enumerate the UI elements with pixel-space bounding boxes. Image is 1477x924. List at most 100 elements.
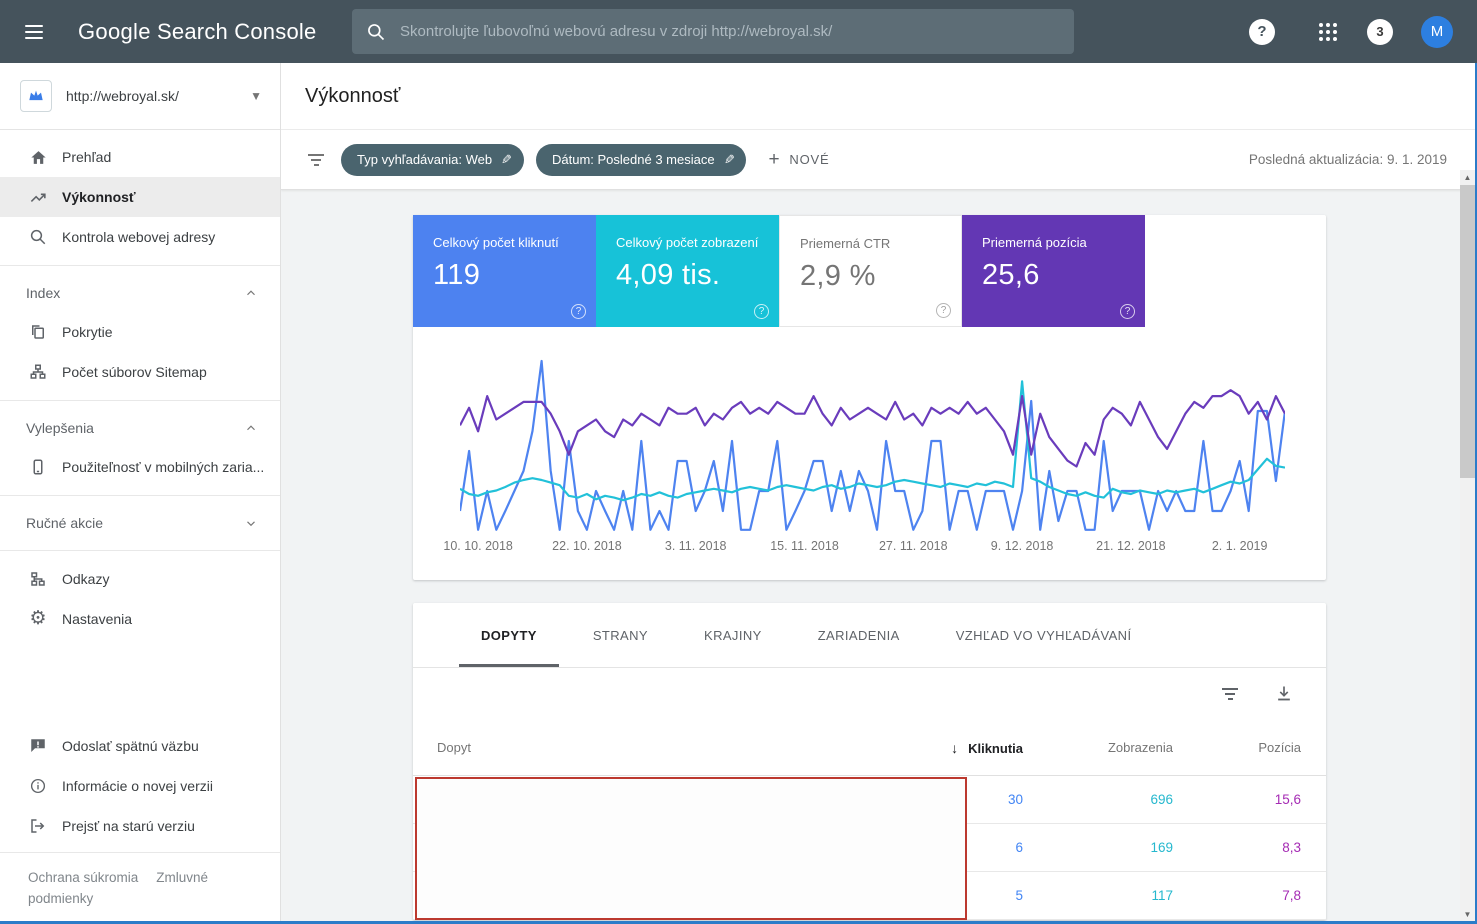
sidebar-item-sitemaps[interactable]: Počet súborov Sitemap [0,352,280,392]
download-icon[interactable] [1272,682,1296,706]
search-icon [28,227,48,247]
topbar-actions: ? 3 M [1249,16,1477,48]
app-logo-rest: Search Console [151,19,317,44]
chip-label: Dátum: Posledné 3 mesiace [552,152,715,167]
scroll-down-arrow[interactable]: ▼ [1460,907,1475,921]
exit-icon [28,816,48,836]
divider [0,400,280,401]
apps-grid-icon[interactable] [1319,23,1337,41]
sidebar-item-overview[interactable]: Prehľad [0,137,280,177]
sidebar-item-send-feedback[interactable]: Odoslať spätnú väzbu [0,726,280,766]
sidebar-item-links[interactable]: Odkazy [0,559,280,599]
sidebar-item-settings[interactable]: ⚙ Nastavenia [0,599,280,639]
tab-queries[interactable]: DOPYTY [453,603,565,667]
search-input[interactable] [400,23,1060,40]
sidebar-item-mobile-usability[interactable]: Použiteľnosť v mobilných zaria... [0,447,280,487]
help-circle-icon[interactable]: ? [1120,304,1135,319]
sidebar-footer: Ochrana súkromiaZmluvné podmienky [0,852,280,921]
last-update-text: Posledná aktualizácia: 9. 1. 2019 [1249,152,1451,167]
sidebar-item-label: Odoslať spätnú väzbu [62,738,199,754]
sidebar-nav: Prehľad Výkonnosť Kontrola webovej adres… [0,130,280,639]
sidebar-item-performance[interactable]: Výkonnosť [0,177,280,217]
new-filter-label: NOVÉ [789,152,829,167]
sidebar-spacer [0,639,280,719]
chip-label: Typ vyhľadávania: Web [357,152,492,167]
filter-chip-date-range[interactable]: Dátum: Posledné 3 mesiace ✎ [536,144,747,176]
tab-countries[interactable]: KRAJINY [676,603,790,667]
column-header-impressions[interactable]: Zobrazenia [1023,740,1173,755]
tab-devices[interactable]: ZARIADENIA [790,603,928,667]
filter-chip-search-type[interactable]: Typ vyhľadávania: Web ✎ [341,144,524,176]
help-circle-icon[interactable]: ? [754,304,769,319]
edit-pencil-icon: ✎ [724,152,735,168]
url-inspection-search[interactable] [352,9,1074,54]
table-filter-icon[interactable] [1218,682,1242,706]
sidebar-item-coverage[interactable]: Pokrytie [0,312,280,352]
section-label: Vylepšenia [26,420,244,436]
metric-tile-average-ctr[interactable]: Priemerná CTR 2,9 % ? [779,215,962,327]
metric-value: 2,9 % [800,260,951,293]
performance-chart-card: Celkový počet kliknutí 119 ? Celkový poč… [413,215,1326,580]
app-logo-google: Google [78,19,151,44]
sidebar-item-about-new-version[interactable]: Informácie o novej verzii [0,766,280,806]
gear-icon: ⚙ [28,609,48,629]
filter-icon[interactable] [305,148,327,172]
chart-canvas[interactable] [460,355,1285,531]
sidebar-item-old-version[interactable]: Prejsť na starú verziu [0,806,280,846]
scroll-up-arrow[interactable]: ▲ [1460,170,1475,184]
divider [0,550,280,551]
edit-pencil-icon: ✎ [501,152,512,168]
feedback-icon [28,736,48,756]
tab-search-appearance[interactable]: VZHĽAD VO VYHĽADÁVANÍ [928,603,1160,667]
sort-desc-icon: ↓ [951,740,958,756]
property-url: http://webroyal.sk/ [66,88,250,104]
sidebar-section-enhancements[interactable]: Vylepšenia [0,409,280,447]
metric-tile-average-position[interactable]: Priemerná pozícia 25,6 ? [962,215,1145,327]
section-label: Index [26,285,244,301]
vertical-scrollbar[interactable]: ▲ ▼ [1460,170,1475,921]
column-header-clicks[interactable]: ↓Kliknutia [873,740,1023,756]
help-circle-icon[interactable]: ? [936,303,951,318]
sidebar-item-label: Pokrytie [62,324,113,340]
column-header-position[interactable]: Pozícia [1173,740,1301,755]
search-icon [366,22,386,42]
menu-icon[interactable] [12,10,56,54]
help-icon[interactable]: ? [1249,19,1275,45]
metric-tile-total-clicks[interactable]: Celkový počet kliknutí 119 ? [413,215,596,327]
privacy-link[interactable]: Ochrana súkromia [28,870,138,885]
sidebar-bottom-nav: Odoslať spätnú väzbu Informácie o novej … [0,719,280,852]
page-title: Výkonnosť [305,85,400,108]
sidebar-item-label: Výkonnosť [62,189,136,205]
column-header-query[interactable]: Dopyt [437,740,873,755]
tab-pages[interactable]: STRANY [565,603,676,667]
queries-table-card: DOPYTY STRANY KRAJINY ZARIADENIA VZHĽAD … [413,603,1326,920]
avatar[interactable]: M [1421,16,1453,48]
sidebar-item-label: Informácie o novej verzii [62,778,213,794]
chevron-down-icon [244,516,258,530]
impressions-cell: 169 [1023,840,1173,855]
x-axis-tick-label: 21. 12. 2018 [1096,539,1166,553]
sidebar-item-url-inspection[interactable]: Kontrola webovej adresy [0,217,280,257]
table-header-row: Dopyt ↓Kliknutia Zobrazenia Pozícia [413,720,1326,776]
sidebar-item-label: Kontrola webovej adresy [62,229,215,245]
metric-value: 25,6 [982,259,1135,292]
links-icon [28,569,48,589]
sidebar-section-manual-actions[interactable]: Ručné akcie [0,504,280,542]
divider [0,265,280,266]
x-axis-tick-label: 15. 11. 2018 [770,539,839,553]
table-toolbar [413,668,1326,720]
metric-label: Celkový počet kliknutí [433,235,586,250]
new-filter-button[interactable]: + NOVÉ [768,149,829,171]
sidebar-item-label: Odkazy [62,571,109,587]
help-circle-icon[interactable]: ? [571,304,586,319]
chart-line-position [460,390,1285,466]
coverage-icon [28,322,48,342]
sidebar: http://webroyal.sk/ ▼ Prehľad Výkonnosť … [0,63,281,921]
impressions-cell: 117 [1023,888,1173,903]
notifications-badge[interactable]: 3 [1367,19,1393,45]
scrollbar-thumb[interactable] [1460,185,1475,478]
metric-tile-total-impressions[interactable]: Celkový počet zobrazení 4,09 tis. ? [596,215,779,327]
main-content: Výkonnosť Typ vyhľadávania: Web ✎ Dátum:… [281,63,1475,921]
sidebar-section-index[interactable]: Index [0,274,280,312]
property-selector[interactable]: http://webroyal.sk/ ▼ [0,63,280,130]
